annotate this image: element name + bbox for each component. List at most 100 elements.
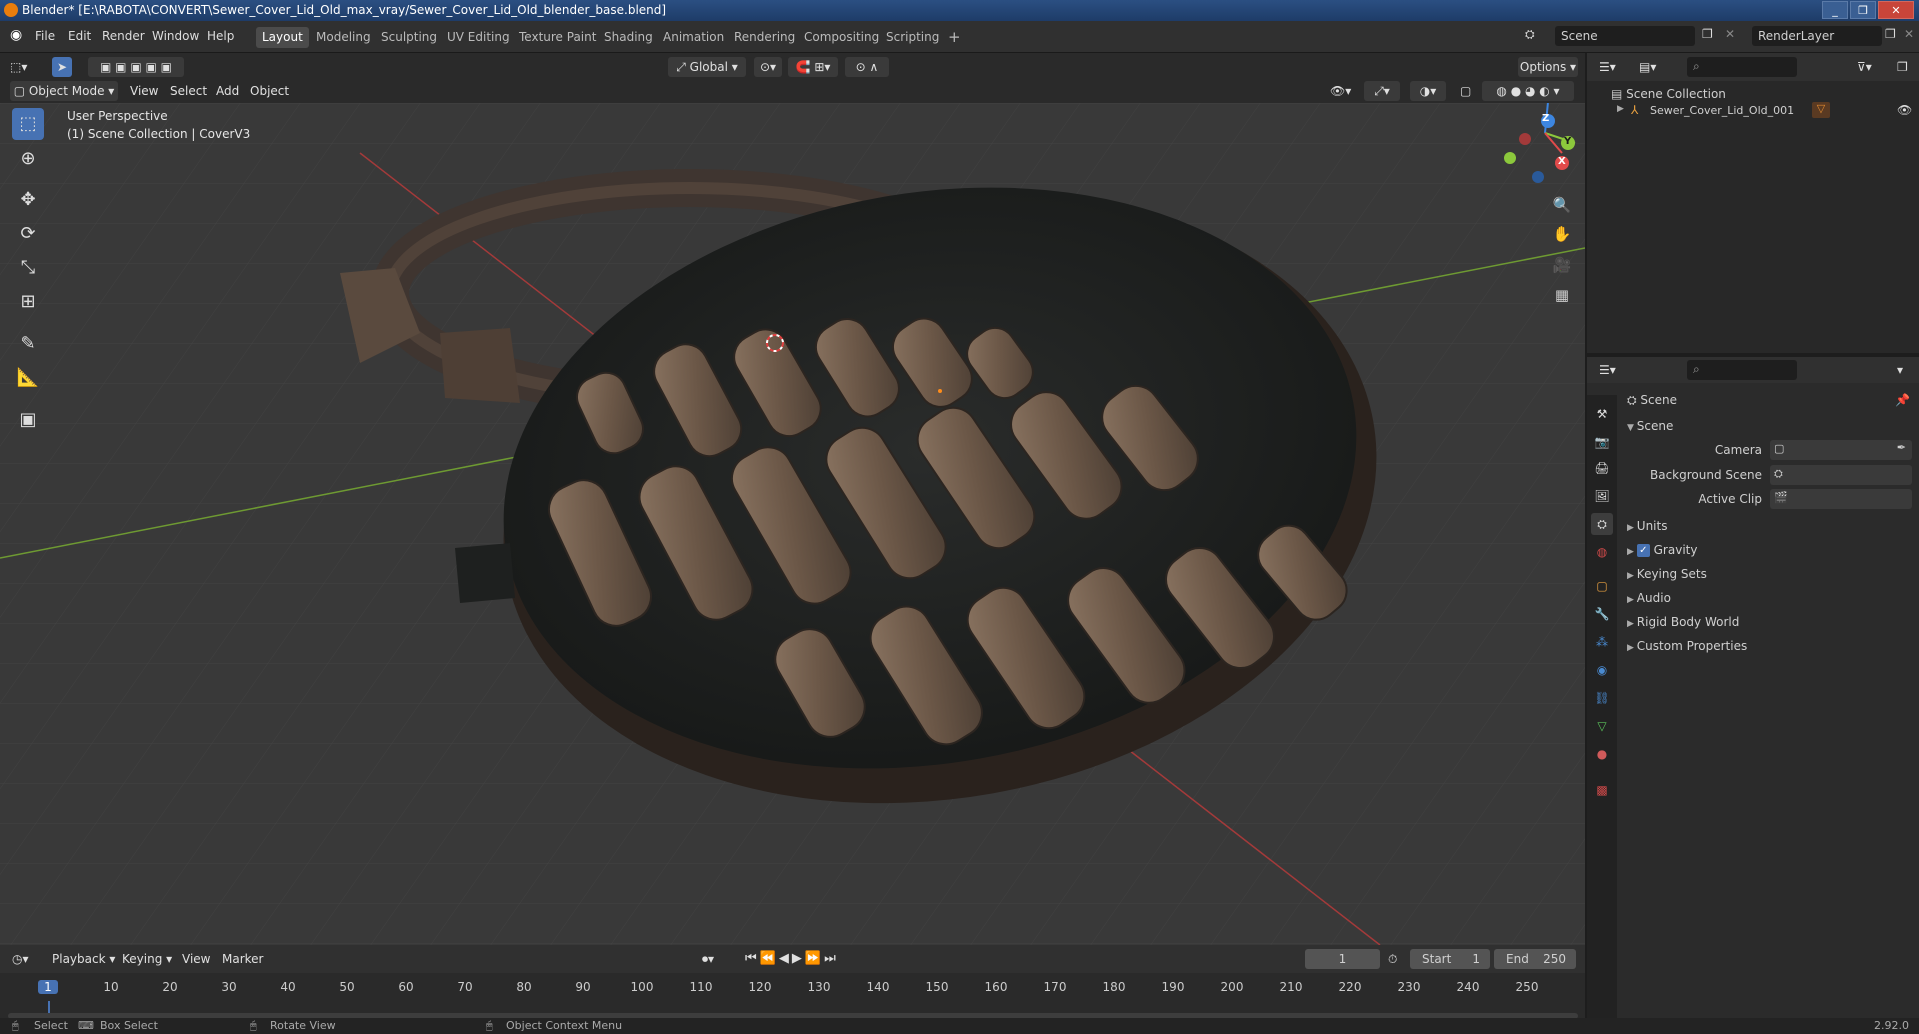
scene-panel-header[interactable]: ▼ Scene <box>1627 419 1673 433</box>
playback-controls[interactable]: ⏮⏪◀▶⏩⏭ <box>745 949 839 969</box>
menu-playback[interactable]: Playback ▾ <box>52 949 115 969</box>
properties-search-input[interactable]: ⌕ <box>1687 360 1797 380</box>
rotate-tool-icon[interactable]: ⟳ <box>12 218 44 250</box>
gizmo-toggle-icon[interactable]: ⤢▾ <box>1364 81 1400 101</box>
new-renderlayer-icon[interactable]: ❐ <box>1885 27 1896 41</box>
menu-edit[interactable]: Edit <box>68 29 91 43</box>
preview-range-icon[interactable]: ⏱ <box>1388 949 1397 969</box>
gravity-panel-header[interactable]: ▶ ✓ Gravity <box>1627 543 1697 557</box>
rigid-body-world-panel-header[interactable]: ▶ Rigid Body World <box>1627 615 1739 629</box>
outliner-search-input[interactable]: ⌕ <box>1687 57 1797 77</box>
object-mode-dropdown[interactable]: ▢ Object Mode ▾ <box>10 81 118 101</box>
output-tab-icon[interactable]: 🖨 <box>1591 457 1613 479</box>
measure-tool-icon[interactable]: 📐 <box>12 362 44 394</box>
transform-orientation-dropdown[interactable]: ⤢ Global ▾ <box>668 57 746 77</box>
zoom-icon[interactable]: 🔍 <box>1548 191 1576 219</box>
3d-viewport[interactable]: Z Y X User Perspective (1) Scene Collect… <box>0 103 1585 945</box>
display-mode-icon[interactable]: ▤▾ <box>1639 57 1656 77</box>
pivot-point-dropdown[interactable]: ⊙▾ <box>754 57 782 77</box>
eyedropper-icon[interactable]: ✒ <box>1897 441 1906 454</box>
end-frame-field[interactable]: End 250 <box>1494 949 1576 969</box>
render-tab-icon[interactable]: 📷 <box>1591 431 1613 453</box>
pan-hand-icon[interactable]: ✋ <box>1548 220 1576 248</box>
tab-shading[interactable]: Shading <box>598 27 659 48</box>
outliner-editor-type-icon[interactable]: ☰▾ <box>1599 57 1616 77</box>
delete-scene-icon[interactable]: ✕ <box>1725 27 1735 41</box>
properties-options-chevron-down-icon[interactable]: ▾ <box>1897 360 1903 380</box>
maximize-button[interactable]: ❐ <box>1850 1 1876 19</box>
frame-ruler[interactable]: 1 10 20 30 40 50 60 70 80 90 100 110 120 130 140 150 160… <box>0 973 1585 1001</box>
material-tab-icon[interactable]: ● <box>1591 743 1613 765</box>
view-layer-tab-icon[interactable]: 🖼 <box>1591 485 1613 507</box>
tab-animation[interactable]: Animation <box>657 27 730 48</box>
physics-tab-icon[interactable]: ◉ <box>1591 659 1613 681</box>
data-tab-icon[interactable]: ▽ <box>1591 715 1613 737</box>
menu-file[interactable]: File <box>35 29 55 43</box>
outliner-row[interactable]: ▶ ⅄ Sewer_Cover_Lid_Old_001 ▽ 👁 <box>1587 101 1919 121</box>
menu-help[interactable]: Help <box>207 29 234 43</box>
menu-keying[interactable]: Keying ▾ <box>122 949 172 969</box>
gravity-checkbox[interactable]: ✓ <box>1636 544 1650 557</box>
outliner-scene-collection[interactable]: ▤ Scene Collection <box>1611 87 1726 101</box>
scene-field[interactable]: Scene <box>1555 26 1695 46</box>
tool-tab-icon[interactable]: ⚒ <box>1591 403 1613 425</box>
select-tool-icon[interactable]: ➤ <box>52 57 72 77</box>
snap-toggle[interactable]: 🧲 ⊞▾ <box>788 57 838 77</box>
modifier-tab-icon[interactable]: 🔧 <box>1591 603 1613 625</box>
camera-field[interactable]: ▢ ✒ <box>1770 440 1912 460</box>
custom-properties-panel-header[interactable]: ▶ Custom Properties <box>1627 639 1747 653</box>
options-dropdown[interactable]: Options ▾ <box>1518 57 1578 77</box>
tab-compositing[interactable]: Compositing <box>798 27 885 48</box>
menu-select[interactable]: Select <box>170 81 207 101</box>
add-workspace-button[interactable]: + <box>942 27 967 48</box>
xray-icon[interactable]: ▢ <box>1460 81 1471 101</box>
camera-view-icon[interactable]: 🎥 <box>1548 251 1576 279</box>
close-window-button[interactable]: ✕ <box>1878 1 1914 19</box>
delete-renderlayer-icon[interactable]: ✕ <box>1904 27 1914 41</box>
active-clip-field[interactable]: 🎬 <box>1770 489 1912 509</box>
start-frame-field[interactable]: Start 1 <box>1410 949 1490 969</box>
audio-panel-header[interactable]: ▶ Audio <box>1627 591 1671 605</box>
perspective-grid-icon[interactable]: ▦ <box>1548 281 1576 309</box>
menu-render[interactable]: Render <box>102 29 145 43</box>
menu-add[interactable]: Add <box>216 81 239 101</box>
tab-rendering[interactable]: Rendering <box>728 27 801 48</box>
selection-mode-buttons[interactable]: ▣ ▣ ▣ ▣ ▣ <box>88 57 184 77</box>
object-tab-icon[interactable]: ▢ <box>1591 575 1613 597</box>
scene-tab-icon[interactable]: ⛭ <box>1591 513 1613 535</box>
tab-sculpting[interactable]: Sculpting <box>375 27 443 48</box>
world-tab-icon[interactable]: ◍ <box>1591 541 1613 563</box>
scale-tool-icon[interactable]: ⤡ <box>12 252 44 284</box>
menu-timeline-view[interactable]: View <box>182 949 210 969</box>
tab-modeling[interactable]: Modeling <box>310 27 377 48</box>
new-scene-icon[interactable]: ❐ <box>1702 27 1713 41</box>
tab-scripting[interactable]: Scripting <box>880 27 945 48</box>
menu-marker[interactable]: Marker <box>222 949 263 969</box>
menu-object[interactable]: Object <box>250 81 289 101</box>
proportional-editing[interactable]: ⊙ ∧ <box>845 57 889 77</box>
texture-tab-icon[interactable]: ▩ <box>1591 779 1613 801</box>
keying-sets-panel-header[interactable]: ▶ Keying Sets <box>1627 567 1707 581</box>
properties-editor-type-icon[interactable]: ☰▾ <box>1599 360 1616 380</box>
cursor-tool-icon[interactable]: ⊕ <box>12 143 44 175</box>
shading-mode-buttons[interactable]: ◍ ● ◕ ◐ ▾ <box>1482 81 1574 101</box>
filter-icon[interactable]: ⊽▾ <box>1857 57 1872 77</box>
timeline-editor-type-icon[interactable]: ◷▾ <box>12 949 29 969</box>
editor-type-icon[interactable]: ⬚▾ <box>10 57 27 77</box>
menu-view[interactable]: View <box>130 81 158 101</box>
overlay-toggle-icon[interactable]: ◑▾ <box>1410 81 1446 101</box>
visibility-icon[interactable]: 👁▾ <box>1330 81 1351 101</box>
visibility-eye-icon[interactable]: 👁 <box>1897 103 1912 117</box>
renderlayer-field[interactable]: RenderLayer <box>1752 26 1882 46</box>
scene-selector-icon[interactable]: ⛭ <box>1525 27 1535 42</box>
particles-tab-icon[interactable]: ⁂ <box>1591 631 1613 653</box>
tab-texture-paint[interactable]: Texture Paint <box>513 27 602 48</box>
background-scene-field[interactable]: ⛭ <box>1770 465 1912 485</box>
tab-uv-editing[interactable]: UV Editing <box>441 27 516 48</box>
units-panel-header[interactable]: ▶ Units <box>1627 519 1667 533</box>
tab-layout[interactable]: Layout <box>256 27 309 48</box>
expand-arrow-icon[interactable]: ▶ <box>1617 104 1624 114</box>
add-cube-tool-icon[interactable]: ▣ <box>12 404 44 436</box>
current-frame-field[interactable]: 1 <box>1305 949 1380 969</box>
move-tool-icon[interactable]: ✥ <box>12 184 44 216</box>
